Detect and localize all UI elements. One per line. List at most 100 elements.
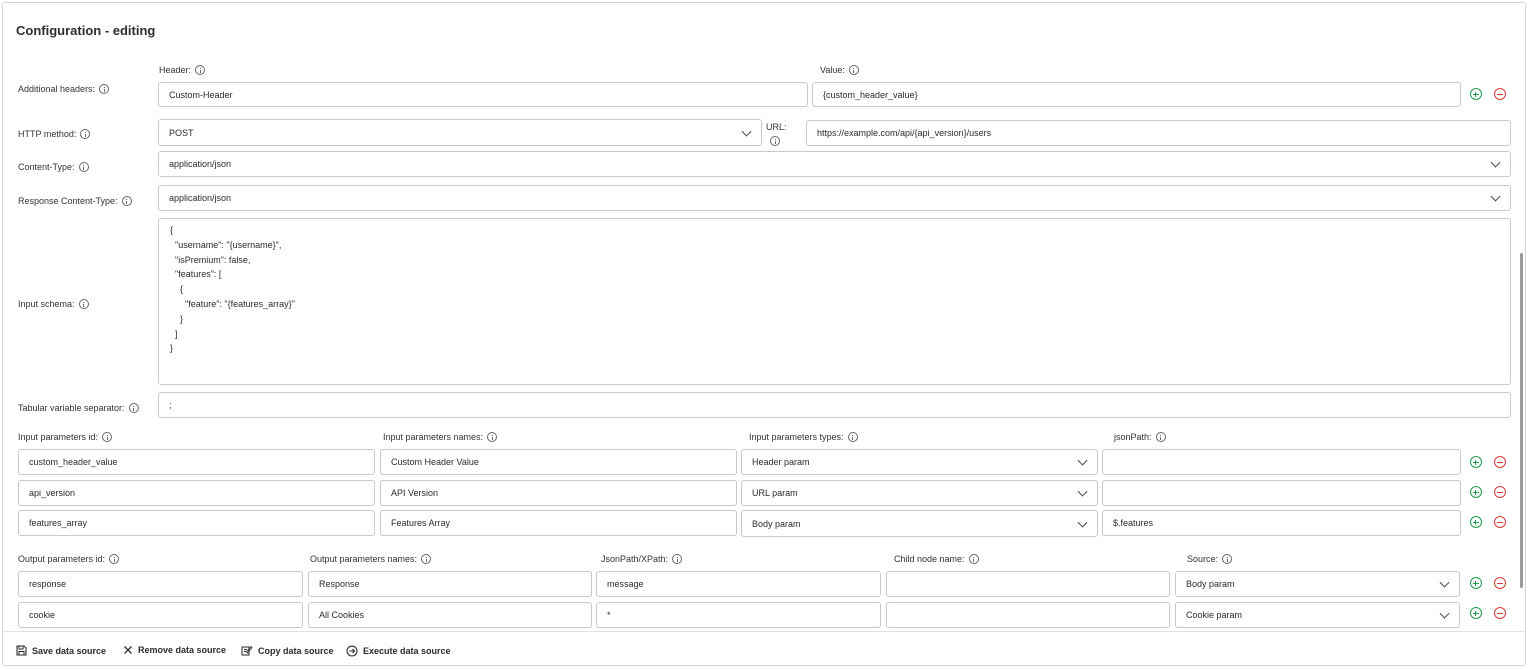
http-method-label-text: HTTP method: (18, 129, 77, 139)
copy-edit-icon (241, 645, 253, 656)
input-param-name-input[interactable]: API Version (380, 480, 737, 506)
separator-input[interactable]: ; (158, 392, 1511, 418)
remove-circle-icon[interactable] (1494, 88, 1506, 100)
arrow-circle-icon (346, 645, 358, 657)
url-label-text: URL: (766, 122, 787, 132)
url-label: URL: (766, 122, 787, 146)
info-icon[interactable] (109, 554, 120, 564)
input-schema-label-text: Input schema: (18, 299, 75, 309)
info-icon[interactable] (421, 554, 432, 564)
separator-label-text: Tabular variable separator: (18, 403, 125, 413)
content-type-label-text: Content-Type: (18, 162, 75, 172)
input-param-jsonpath-input[interactable] (1102, 480, 1461, 506)
output-param-path-input[interactable]: * (596, 602, 881, 628)
input-params-jsonpath-header-text: jsonPath: (1114, 432, 1152, 442)
info-icon[interactable] (80, 129, 91, 139)
chevron-down-icon (1439, 577, 1450, 588)
output-param-name-input[interactable]: Response (308, 571, 592, 597)
input-params-types-header: Input parameters types: (749, 432, 858, 442)
remove-circle-icon[interactable] (1494, 486, 1506, 498)
execute-data-source-button[interactable]: Execute data source (346, 645, 451, 657)
output-param-source-select[interactable]: Body param (1175, 571, 1460, 597)
info-icon[interactable] (78, 299, 89, 309)
remove-circle-icon[interactable] (1494, 607, 1506, 619)
info-icon[interactable] (847, 432, 858, 442)
chevron-down-icon (1490, 191, 1501, 202)
http-method-select[interactable]: POST (158, 119, 762, 146)
chevron-down-icon (741, 126, 752, 137)
additional-headers-label: Additional headers: (18, 84, 110, 94)
output-param-id-input[interactable]: cookie (18, 602, 303, 628)
info-icon[interactable] (121, 196, 132, 206)
input-param-jsonpath-input[interactable] (1102, 449, 1461, 475)
output-param-child-input[interactable] (886, 571, 1170, 597)
response-content-type-select[interactable]: application/json (158, 185, 1511, 211)
info-icon[interactable] (1155, 432, 1166, 442)
save-data-source-button[interactable]: Save data source (16, 645, 106, 656)
info-icon[interactable] (99, 84, 110, 94)
remove-circle-icon[interactable] (1494, 516, 1506, 528)
remove-data-source-button[interactable]: Remove data source (123, 645, 226, 655)
input-param-id-input[interactable]: custom_header_value (18, 449, 375, 475)
content-type-select[interactable]: application/json (158, 151, 1511, 177)
input-param-name-input[interactable]: Features Array (380, 510, 737, 536)
info-icon[interactable] (1222, 554, 1233, 564)
add-circle-icon[interactable] (1470, 607, 1482, 619)
output-params-child-header: Child node name: (894, 554, 979, 564)
chevron-down-icon (1077, 486, 1088, 497)
add-circle-icon[interactable] (1470, 486, 1482, 498)
output-param-path-input[interactable]: message (596, 571, 881, 597)
add-circle-icon[interactable] (1470, 577, 1482, 589)
output-param-id-input[interactable]: response (18, 571, 303, 597)
output-params-path-header: JsonPath/XPath: (601, 554, 683, 564)
input-schema-textarea[interactable]: { "username": "{username}", "isPremium":… (158, 218, 1511, 385)
input-param-type-select[interactable]: Header param (741, 449, 1098, 475)
vertical-scrollbar[interactable] (1520, 253, 1523, 588)
url-input[interactable]: https://example.com/api/{api_version}/us… (806, 120, 1511, 146)
info-icon[interactable] (102, 432, 113, 442)
add-circle-icon[interactable] (1470, 516, 1482, 528)
copy-data-source-button[interactable]: Copy data source (241, 645, 334, 656)
info-icon[interactable] (487, 432, 498, 442)
header-name-input[interactable]: Custom-Header (158, 82, 808, 107)
info-icon[interactable] (848, 65, 859, 75)
content-type-value: application/json (169, 159, 232, 169)
value-column-label: Value: (820, 65, 859, 75)
input-params-names-header-text: Input parameters names: (383, 432, 484, 442)
execute-data-source-label: Execute data source (363, 646, 451, 656)
value-column-label-text: Value: (820, 65, 845, 75)
page-title: Configuration - editing (16, 23, 156, 38)
output-param-name-input[interactable]: All Cookies (308, 602, 592, 628)
save-data-source-label: Save data source (32, 645, 107, 656)
remove-circle-icon[interactable] (1494, 456, 1506, 468)
header-value-input[interactable]: {custom_header_value} (812, 82, 1461, 107)
input-param-jsonpath-input[interactable]: $.features (1102, 510, 1461, 536)
add-circle-icon[interactable] (1470, 88, 1482, 100)
output-params-source-header: Source: (1187, 554, 1233, 564)
info-icon[interactable] (78, 162, 89, 172)
input-param-name-input[interactable]: Custom Header Value (380, 449, 737, 475)
info-icon[interactable] (195, 65, 206, 75)
info-icon[interactable] (672, 554, 683, 564)
input-param-id-input[interactable]: api_version (18, 480, 375, 506)
configuration-panel: Configuration - editing Additional heade… (2, 2, 1526, 666)
input-param-type-select[interactable]: URL param (741, 480, 1098, 506)
input-param-type-select[interactable]: Body param (741, 510, 1098, 537)
info-icon[interactable] (128, 403, 139, 413)
output-param-source-select[interactable]: Cookie param (1175, 602, 1460, 628)
input-params-names-header: Input parameters names: (383, 432, 498, 442)
input-params-id-header-text: Input parameters id: (18, 432, 99, 442)
http-method-value: POST (169, 127, 194, 138)
output-param-source-value: Body param (1186, 579, 1235, 589)
floppy-disk-icon (16, 645, 27, 656)
input-param-id-input[interactable]: features_array (18, 510, 375, 536)
output-param-child-input[interactable] (886, 602, 1170, 628)
input-params-types-header-text: Input parameters types: (749, 432, 844, 442)
input-param-type-value: Body param (752, 518, 801, 529)
add-circle-icon[interactable] (1470, 456, 1482, 468)
footer-toolbar: Save data source Remove data source Copy… (3, 631, 1525, 665)
info-icon[interactable] (968, 554, 979, 564)
output-params-path-header-text: JsonPath/XPath: (601, 554, 669, 564)
info-icon[interactable] (770, 136, 780, 146)
remove-circle-icon[interactable] (1494, 577, 1506, 589)
